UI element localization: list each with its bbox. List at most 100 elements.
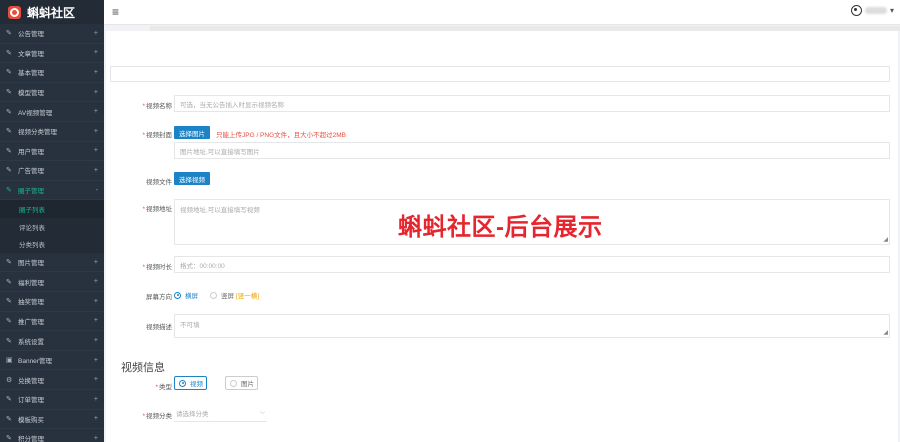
- expand-icon: +: [93, 376, 98, 384]
- video-desc-textarea[interactable]: 不可填 ◢: [174, 314, 890, 338]
- type-image-label: 图片: [241, 381, 254, 388]
- sidebar-item[interactable]: ✎ 系统设置 +: [0, 331, 104, 351]
- edit-icon: ✎: [6, 337, 12, 345]
- sidebar-item-label: 用户管理: [18, 148, 44, 156]
- expand-icon: +: [93, 29, 98, 37]
- sidebar-item-label: 模型管理: [18, 90, 44, 98]
- cover-url-placeholder: 图片地址,可以直接填写图片: [180, 148, 260, 156]
- edit-icon: ✎: [6, 128, 12, 136]
- video-category-placeholder: 请选择分类: [176, 411, 209, 418]
- orientation-landscape-radio[interactable]: 横屏: [174, 290, 198, 300]
- sidebar-item-label: 视频分类管理: [18, 129, 57, 137]
- image-icon: ▣: [6, 357, 13, 365]
- sidebar-item[interactable]: ✎ AV视频管理 +: [0, 102, 104, 122]
- video-category-select[interactable]: 请选择分类 ⌵: [174, 405, 267, 422]
- edit-icon: ✎: [6, 415, 12, 423]
- watermark-text: 蝌蚪社区-后台展示: [398, 214, 603, 241]
- sidebar-subitem[interactable]: 分类列表: [0, 235, 104, 253]
- edit-icon: ✎: [6, 259, 12, 267]
- sidebar-item[interactable]: ✎ 广告管理 +: [0, 161, 104, 181]
- sidebar-item[interactable]: ✎ 抽奖管理 +: [0, 292, 104, 312]
- resize-handle-icon[interactable]: ◢: [883, 329, 888, 336]
- brand[interactable]: 蝌蚪社区: [0, 0, 104, 24]
- sidebar-item[interactable]: ✎ 圈子管理 -: [0, 181, 104, 201]
- video-duration-input[interactable]: 格式：00:00:00: [174, 256, 890, 273]
- app-root: 蝌蚪社区 ✎ 公告管理 + ✎ 文章管理 + ✎ 基本管理 + ✎ 模型管理 + ✎ AV视频管理 + ✎ 视频…: [0, 0, 900, 442]
- orientation-portrait-radio[interactable]: 竖屏 [竖一横]: [210, 290, 259, 300]
- sidebar-item-label: 订单管理: [18, 397, 44, 405]
- sidebar-item-label: AV视频管理: [18, 109, 53, 117]
- expand-icon: +: [93, 88, 98, 96]
- brand-name: 蝌蚪社区: [27, 5, 76, 20]
- sidebar-item[interactable]: ✎ 积分管理 +: [0, 429, 104, 442]
- expand-icon: +: [93, 297, 98, 305]
- sidebar-item[interactable]: ▣ Banner管理 +: [0, 351, 104, 371]
- video-duration-placeholder: 格式：00:00:00: [180, 262, 225, 270]
- radio-unchecked-icon: [210, 291, 217, 299]
- sidebar-item[interactable]: ✎ 图片管理 +: [0, 253, 104, 273]
- edit-icon: ✎: [6, 69, 12, 77]
- cover-url-input[interactable]: 图片地址,可以直接填写图片: [174, 142, 890, 159]
- sidebar-item-label: 模板购买: [18, 416, 44, 424]
- sidebar-item[interactable]: ✎ 用户管理 +: [0, 142, 104, 162]
- sidebar-item[interactable]: ✎ 模型管理 +: [0, 83, 104, 103]
- section-title: 视频信息: [121, 362, 165, 374]
- video-duration-label: *视频时长: [142, 264, 172, 271]
- orientation-portrait-note: [竖一横]: [236, 293, 260, 300]
- sidebar-item-label: 抽奖管理: [18, 299, 44, 307]
- sidebar-item[interactable]: ✎ 福利管理 +: [0, 272, 104, 293]
- edit-icon: ✎: [6, 317, 12, 325]
- edit-icon: ✎: [6, 147, 12, 155]
- sidebar: 蝌蚪社区 ✎ 公告管理 + ✎ 文章管理 + ✎ 基本管理 + ✎ 模型管理 + ✎ AV视频管理 + ✎ 视频…: [0, 0, 104, 442]
- sidebar-item-label: 公告管理: [18, 31, 44, 39]
- edit-icon: ✎: [6, 49, 12, 57]
- sidebar-subitem[interactable]: 圈子列表: [0, 200, 104, 218]
- sidebar-item[interactable]: ✎ 视频分类管理 +: [0, 122, 104, 142]
- video-url-label: *视频地址: [142, 206, 172, 213]
- type-video-label: 视频: [190, 381, 203, 388]
- sidebar-subitem[interactable]: 评论列表: [0, 217, 104, 236]
- menu-toggle-icon[interactable]: ≡: [112, 5, 119, 19]
- sidebar-item[interactable]: ✎ 推广管理 +: [0, 312, 104, 332]
- radio-unchecked-icon: [230, 379, 237, 387]
- user-name-blurred: [864, 7, 887, 14]
- sidebar-item[interactable]: ✎ 基本管理 +: [0, 63, 104, 83]
- expand-icon: +: [93, 68, 98, 76]
- sidebar-item-label: 广告管理: [18, 168, 44, 176]
- expand-icon: +: [93, 258, 98, 266]
- expand-icon: +: [93, 108, 98, 116]
- sidebar-item-label: 基本管理: [18, 70, 44, 78]
- expand-icon: +: [93, 356, 98, 364]
- orientation-portrait-label: 竖屏: [221, 293, 234, 300]
- cover-upload-hint: 只能上传JPG / PNG文件，且大小不超过2MB: [216, 132, 347, 139]
- top-bar: ≡ ▾: [104, 0, 900, 25]
- expand-icon: +: [93, 317, 98, 325]
- resize-handle-icon[interactable]: ◢: [883, 236, 888, 243]
- category-type-label: *类型: [155, 384, 172, 391]
- expand-icon: +: [93, 415, 98, 423]
- expand-icon: +: [93, 278, 98, 286]
- radio-checked-icon: [179, 379, 186, 387]
- edit-icon: ✎: [6, 435, 12, 442]
- user-menu[interactable]: ▾: [850, 5, 894, 16]
- expand-icon: +: [93, 127, 98, 135]
- sidebar-item[interactable]: ⚙ 兑换管理 +: [0, 370, 104, 390]
- orientation-label: 屏幕方向: [146, 294, 172, 301]
- sidebar-item[interactable]: ✎ 公告管理 +: [0, 24, 104, 44]
- sidebar-item[interactable]: ✎ 模板购买 +: [0, 410, 104, 430]
- edit-icon: ✎: [6, 187, 12, 195]
- choose-video-button[interactable]: 选择视频: [174, 172, 210, 185]
- gear-icon: ⚙: [6, 376, 13, 384]
- choose-image-button[interactable]: 选择图片: [174, 126, 210, 139]
- sidebar-item-label: 推广管理: [18, 318, 44, 326]
- type-image-radio[interactable]: 图片: [225, 376, 258, 390]
- logo-icon: [8, 5, 21, 19]
- edit-icon: ✎: [6, 396, 12, 404]
- chevron-down-icon: ▾: [889, 6, 894, 15]
- sidebar-item-label: 兑换管理: [18, 377, 44, 385]
- expand-icon: +: [93, 434, 98, 442]
- sidebar-item[interactable]: ✎ 文章管理 +: [0, 44, 104, 64]
- sidebar-item[interactable]: ✎ 订单管理 +: [0, 390, 104, 410]
- type-video-radio[interactable]: 视频: [174, 376, 207, 390]
- video-name-input[interactable]: 可选，当无公告插入时显示视频名称: [174, 95, 890, 112]
